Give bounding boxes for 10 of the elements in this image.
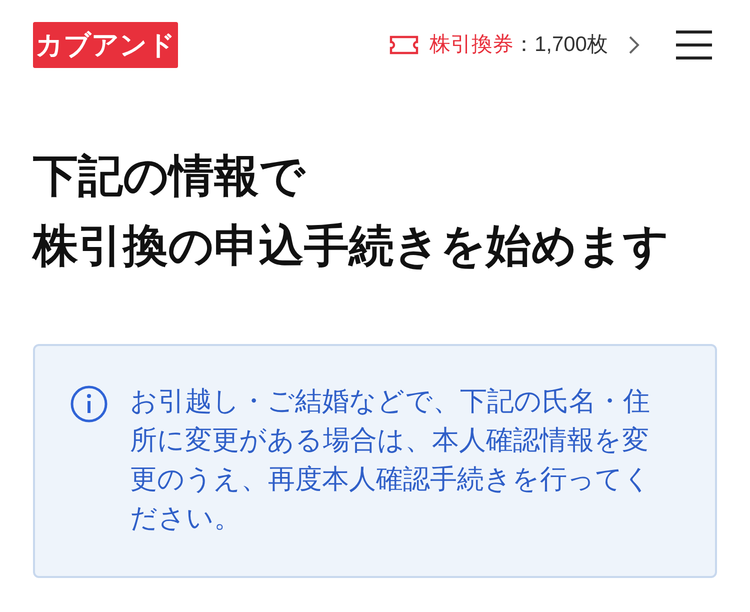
menu-icon[interactable] xyxy=(676,30,712,60)
info-icon xyxy=(70,385,108,423)
chevron-right-icon[interactable] xyxy=(628,35,640,55)
ticket-label: 株引換券 xyxy=(429,32,514,58)
logo[interactable]: カブアンド xyxy=(33,22,178,68)
notice-text: お引越し・ご結婚などで、下記の氏名・住所に変更がある場合は、本人確認情報を変更のうえ、再度本人確認手続きを行ってください。 xyxy=(130,385,652,535)
page-heading: 株引換の申込手続きを始めます xyxy=(33,219,669,273)
page-heading: 下記の情報で xyxy=(33,149,305,203)
ticket-count: ：1,700枚 xyxy=(513,32,608,58)
ticket-icon xyxy=(389,35,420,55)
